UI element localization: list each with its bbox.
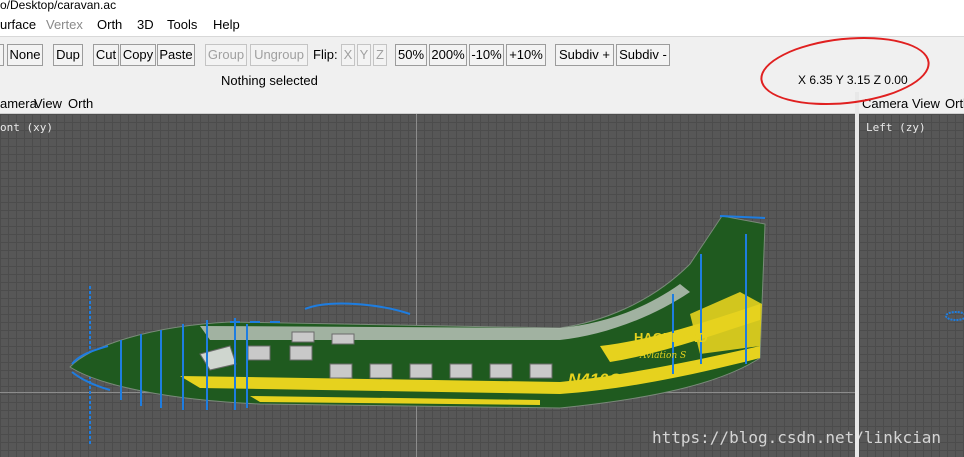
zoom-50-button[interactable]: 50% <box>395 44 427 66</box>
left-viewport-header: Camera View Orth <box>859 92 964 114</box>
menu-surface[interactable]: urface <box>0 17 36 32</box>
toolbar: None Dup Cut Copy Paste Group Ungroup Fl… <box>0 36 964 92</box>
zoom-plus-10-button[interactable]: +10% <box>506 44 546 66</box>
flip-z-button[interactable]: Z <box>373 44 387 66</box>
flip-y-button[interactable]: Y <box>357 44 371 66</box>
left-viewport-label: Left (zy) <box>866 121 926 134</box>
left-camera-menu[interactable]: Camera <box>862 96 908 111</box>
menu-tools[interactable]: Tools <box>167 17 197 32</box>
aircraft-model[interactable]: N410GV HAGELAND Aviation S <box>0 114 855 457</box>
zoom-minus-10-button[interactable]: -10% <box>469 44 504 66</box>
toolbar-clipped-button[interactable] <box>0 44 4 66</box>
aircraft-registration: N410GV <box>568 370 635 389</box>
subdiv-plus-button[interactable]: Subdiv + <box>555 44 614 66</box>
selection-status: Nothing selected <box>221 73 318 88</box>
subdiv-minus-button[interactable]: Subdiv - <box>616 44 670 66</box>
menu-3d[interactable]: 3D <box>137 17 154 32</box>
cursor-coordinates: X 6.35 Y 3.15 Z 0.00 <box>798 73 908 87</box>
left-orth-menu[interactable]: Orth <box>945 96 964 111</box>
paste-button[interactable]: Paste <box>157 44 195 66</box>
zoom-200-button[interactable]: 200% <box>429 44 467 66</box>
flip-label: Flip: <box>313 47 338 62</box>
select-none-button[interactable]: None <box>7 44 43 66</box>
aircraft-tagline: Aviation S <box>639 351 686 361</box>
front-viewport-header: amera View Orth <box>0 92 855 202</box>
menu-help[interactable]: Help <box>213 17 240 32</box>
aircraft-brand: HAGELAND <box>634 330 708 345</box>
left-viewport[interactable] <box>859 114 964 457</box>
ungroup-button[interactable]: Ungroup <box>250 44 308 66</box>
left-view-menu[interactable]: View <box>912 96 940 111</box>
front-view-menu[interactable]: View <box>34 96 62 111</box>
dup-button[interactable]: Dup <box>53 44 83 66</box>
menu-orth[interactable]: Orth <box>97 17 122 32</box>
menu-bar: urface Vertex Orth 3D Tools Help <box>0 14 964 36</box>
copy-button[interactable]: Copy <box>120 44 156 66</box>
menu-vertex[interactable]: Vertex <box>46 17 83 32</box>
group-button[interactable]: Group <box>205 44 247 66</box>
watermark: https://blog.csdn.net/linkcian <box>652 428 941 447</box>
window-title: o/Desktop/caravan.ac <box>0 0 964 14</box>
front-orth-menu[interactable]: Orth <box>68 96 93 111</box>
front-camera-menu[interactable]: amera <box>0 96 37 111</box>
left-view-vertex-marker <box>945 311 964 321</box>
flip-x-button[interactable]: X <box>341 44 355 66</box>
cut-button[interactable]: Cut <box>93 44 119 66</box>
